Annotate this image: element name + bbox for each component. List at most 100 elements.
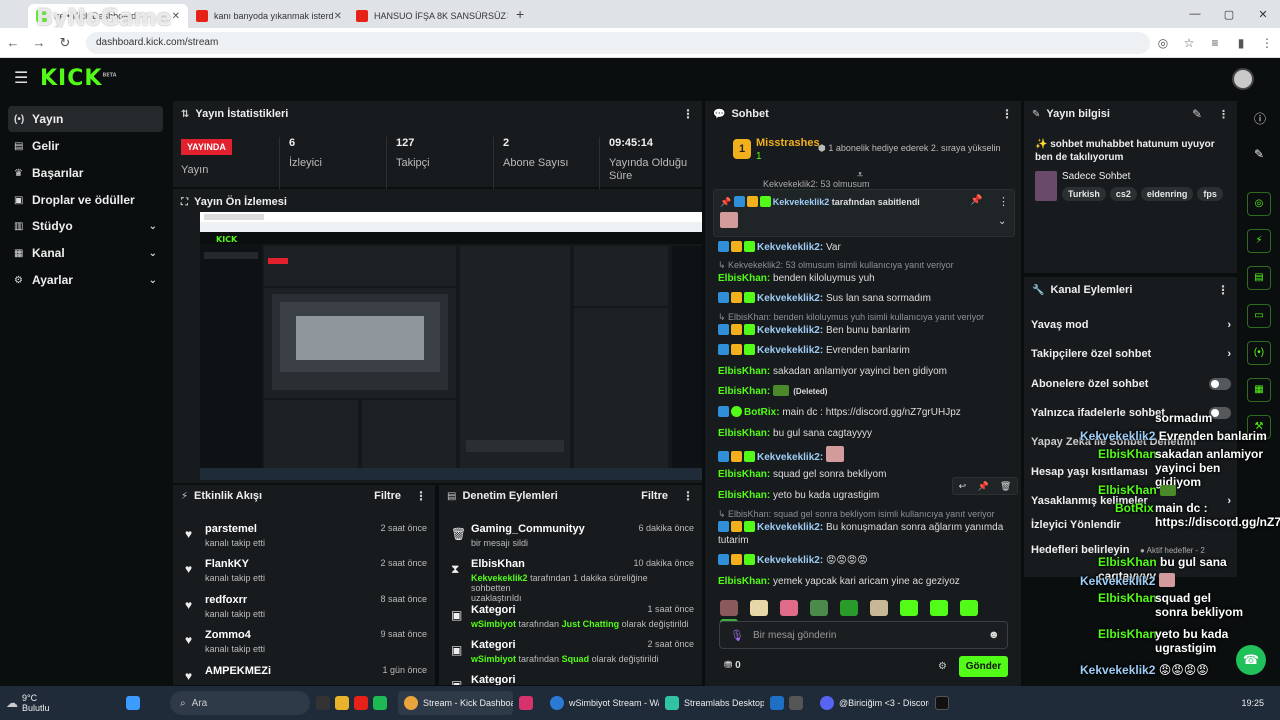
- trash-icon[interactable]: 🗑: [1000, 481, 1011, 492]
- tag[interactable]: eldenring: [1140, 187, 1194, 201]
- rail-button-1[interactable]: ◎: [1247, 192, 1271, 216]
- close-icon[interactable]: ✕: [506, 11, 508, 22]
- reply-icon[interactable]: ↩: [959, 481, 967, 492]
- pin-icon[interactable]: 📌: [977, 481, 988, 492]
- chat-user[interactable]: BotRix:: [744, 407, 780, 418]
- taskbar-app-discord[interactable]: @Biriciğim <3 - Discord: [814, 691, 929, 715]
- start-button[interactable]: [120, 691, 164, 715]
- emote-icon[interactable]: [810, 600, 828, 616]
- sidebar-item-kanal[interactable]: ▦ Kanal ⌄: [8, 240, 163, 266]
- hamburger-menu-icon[interactable]: ☰: [14, 68, 28, 88]
- event-user[interactable]: parstemel: [205, 523, 257, 535]
- chat-input-field[interactable]: 🎙 Bir mesaj gönderin ☻: [719, 621, 1008, 649]
- mod-actor[interactable]: wSimbiyot: [471, 654, 516, 664]
- chat-user[interactable]: Kekvekeklik2:: [757, 325, 823, 336]
- chat-user[interactable]: Kekvekeklik2:: [757, 293, 823, 304]
- action-followers-only[interactable]: Takipçilere özel sohbet ›: [1031, 345, 1231, 363]
- chat-user[interactable]: ElbisKhan:: [718, 428, 770, 439]
- rail-button-2[interactable]: ⚡: [1247, 229, 1271, 253]
- stream-preview-video[interactable]: KICK: [200, 212, 702, 480]
- taskbar-instagram[interactable]: [513, 691, 544, 715]
- minimize-icon[interactable]: —: [1178, 8, 1212, 20]
- event-user[interactable]: AMPEKMEZi: [205, 665, 271, 677]
- support-icon[interactable]: ☎: [1236, 645, 1266, 675]
- taskbar-tiktok[interactable]: [929, 691, 960, 715]
- rail-button-6[interactable]: ▦: [1247, 378, 1271, 402]
- category-name[interactable]: Just Chatting: [562, 619, 620, 629]
- rail-button-4[interactable]: ▭: [1247, 304, 1271, 328]
- send-button[interactable]: Gönder: [959, 656, 1008, 677]
- back-icon[interactable]: ←: [0, 35, 26, 50]
- close-icon[interactable]: ✕: [334, 11, 342, 22]
- browser-tab-3[interactable]: HANSUO İFŞA 8K SANSÜRSÜZ ✕: [348, 4, 508, 28]
- taskbar-search[interactable]: ⌕ Ara: [170, 691, 310, 715]
- reload-icon[interactable]: ↻: [52, 35, 78, 51]
- emote-icon[interactable]: [840, 600, 858, 616]
- reading-list-icon[interactable]: ≡: [1202, 36, 1228, 50]
- chat-user[interactable]: ElbisKhan:: [718, 576, 770, 587]
- points-display[interactable]: ⛃ 0: [724, 660, 741, 671]
- spotify-icon[interactable]: [373, 696, 387, 710]
- sidebar-item-yayin[interactable]: (•) Yayın: [8, 106, 163, 132]
- chat-user[interactable]: ElbisKhan:: [718, 273, 770, 284]
- app-icon[interactable]: [789, 696, 803, 710]
- chat-user[interactable]: Kekvekeklik2:: [757, 242, 823, 253]
- avatar[interactable]: [1232, 68, 1254, 90]
- taskbar-app-streamlabs[interactable]: Streamlabs Desktop: [659, 691, 764, 715]
- sidebar-item-ayarlar[interactable]: ⚙ Ayarlar ⌄: [8, 267, 163, 293]
- chat-user[interactable]: Kekvekeklik2:: [757, 452, 823, 463]
- emote-icon[interactable]: [930, 600, 948, 616]
- microphone-icon[interactable]: 🎙: [730, 629, 744, 642]
- pencil-icon[interactable]: ✎: [1192, 107, 1202, 121]
- event-user[interactable]: Zommo4: [205, 629, 251, 641]
- more-options-icon[interactable]: ⋮: [1001, 107, 1013, 121]
- weather-widget[interactable]: ☁ 9°C Bulutlu: [0, 691, 120, 715]
- more-options-icon[interactable]: ⋮: [682, 489, 694, 503]
- tag[interactable]: fps: [1197, 187, 1223, 201]
- forward-icon[interactable]: →: [26, 35, 52, 50]
- sidebar-item-droplar[interactable]: ▣ Droplar ve ödüller: [8, 187, 163, 213]
- top-gifter-name[interactable]: Misstrashes: [756, 137, 820, 149]
- emote-icon[interactable]: [900, 600, 918, 616]
- url-field[interactable]: dashboard.kick.com/stream: [86, 31, 1150, 54]
- more-options-icon[interactable]: ⋮: [1217, 283, 1229, 297]
- new-tab-icon[interactable]: +: [516, 6, 524, 22]
- pin-icon[interactable]: 📌: [970, 195, 982, 206]
- taskbar-app-kick[interactable]: Stream - Kick Dashboar: [398, 691, 513, 715]
- filter-button[interactable]: Filtre: [374, 490, 401, 502]
- tag[interactable]: cs2: [1109, 187, 1137, 201]
- app-icon[interactable]: [770, 696, 784, 710]
- emoji-icon[interactable]: ☻: [988, 629, 1000, 641]
- task-view-icon[interactable]: [316, 696, 330, 710]
- browser-tab-2[interactable]: kanı banyoda yıkanmak isterd ✕: [188, 4, 348, 28]
- filter-button[interactable]: Filtre: [641, 490, 668, 502]
- mod-actor[interactable]: wSimbiyot: [471, 619, 516, 629]
- toggle-switch[interactable]: [1209, 378, 1231, 390]
- sidebar-item-studyo[interactable]: ▥ Stüdyo ⌄: [8, 213, 163, 239]
- close-icon[interactable]: ✕: [172, 11, 180, 22]
- emote-icon[interactable]: [780, 600, 798, 616]
- more-options-icon[interactable]: ⋮: [1218, 108, 1229, 121]
- kick-logo[interactable]: KICKBETA: [40, 66, 117, 91]
- sidebar-item-basarilar[interactable]: ♛ Başarılar: [8, 160, 163, 186]
- action-subscribers-only[interactable]: Abonelere özel sohbet: [1031, 375, 1231, 393]
- action-slow-mode[interactable]: Yavaş mod ›: [1031, 316, 1231, 334]
- chat-user[interactable]: ElbisKhan:: [718, 366, 770, 377]
- chat-user[interactable]: ElbisKhan:: [718, 469, 770, 480]
- chat-user[interactable]: ElbisKhan:: [718, 386, 770, 397]
- taskbar-app-edge[interactable]: wSimbiyot Stream - Wa: [544, 691, 659, 715]
- pinned-user[interactable]: Kekvekeklik2: [773, 197, 830, 207]
- category-name[interactable]: Squad: [562, 654, 590, 664]
- rail-button-3[interactable]: ▤: [1247, 266, 1271, 290]
- emote-icon[interactable]: [960, 600, 978, 616]
- chat-user[interactable]: ElbisKhan:: [718, 490, 770, 501]
- tag[interactable]: Turkish: [1062, 187, 1106, 201]
- folder-icon[interactable]: [335, 696, 349, 710]
- event-user[interactable]: FlankKY: [205, 558, 249, 570]
- chat-user[interactable]: Kekvekeklik2:: [757, 555, 823, 566]
- more-options-icon[interactable]: ⋮: [682, 107, 694, 121]
- event-user[interactable]: redfoxrr: [205, 594, 247, 606]
- menu-dots-icon[interactable]: ⋮: [1254, 36, 1280, 50]
- chat-user[interactable]: Kekvekeklik2:: [757, 522, 823, 533]
- pencil-icon[interactable]: ✎: [1254, 147, 1264, 161]
